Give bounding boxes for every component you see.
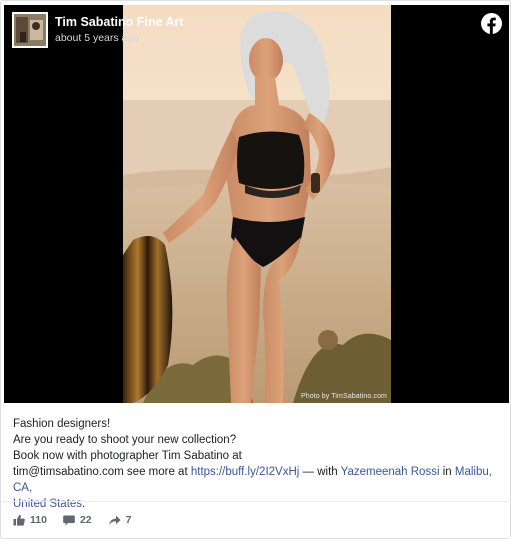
caption-link[interactable]: https://buff.ly/2I2VxHj: [191, 466, 299, 478]
photo-credit: Photo by TimSabatino.com: [300, 393, 387, 400]
caption-with-text: — with: [299, 466, 341, 478]
comments-count: 22: [79, 514, 92, 526]
caption-line-3: Book now with photographer Tim Sabatino …: [13, 450, 242, 462]
comment-icon: [63, 515, 75, 526]
header-text: Tim Sabatino Fine Art about 5 years ago: [55, 15, 184, 45]
facebook-icon[interactable]: [481, 13, 502, 34]
embedded-post-card: Photo by TimSabatino.com Tim Sabatino Fi…: [0, 0, 511, 539]
caption-email-text: tim@timsabatino.com see more at: [13, 466, 191, 478]
shares-stat[interactable]: 7: [108, 514, 132, 526]
shares-count: 7: [125, 514, 132, 526]
likes-count: 110: [30, 514, 47, 526]
page-avatar[interactable]: [12, 12, 48, 48]
tagged-person-link[interactable]: Yazemeenah Rossi: [341, 466, 440, 478]
caption-line-5: United States.: [13, 496, 503, 512]
thumbs-up-icon: [13, 514, 25, 526]
comments-stat[interactable]: 22: [63, 514, 92, 526]
post-photo[interactable]: Photo by TimSabatino.com: [123, 5, 391, 403]
post-caption: Fashion designers! Are you ready to shoo…: [13, 416, 503, 512]
page-name-link[interactable]: Tim Sabatino Fine Art: [55, 15, 184, 30]
avatar-image: [14, 14, 46, 46]
divider: [2, 501, 509, 502]
beach-portrait-image: [123, 5, 391, 403]
caption-end-text: .: [82, 498, 86, 510]
post-media[interactable]: Photo by TimSabatino.com Tim Sabatino Fi…: [4, 5, 509, 403]
post-stats: 110 22 7: [13, 514, 147, 526]
share-arrow-icon: [108, 515, 121, 525]
caption-line-4: tim@timsabatino.com see more at https://…: [13, 464, 503, 496]
location-country-link[interactable]: United States: [13, 498, 82, 510]
post-timestamp[interactable]: about 5 years ago: [55, 31, 184, 45]
post-header: Tim Sabatino Fine Art about 5 years ago: [8, 12, 184, 50]
caption-line-1: Fashion designers!: [13, 418, 111, 430]
likes-stat[interactable]: 110: [13, 514, 47, 526]
caption-in-text: in: [439, 466, 455, 478]
caption-line-2: Are you ready to shoot your new collecti…: [13, 434, 237, 446]
